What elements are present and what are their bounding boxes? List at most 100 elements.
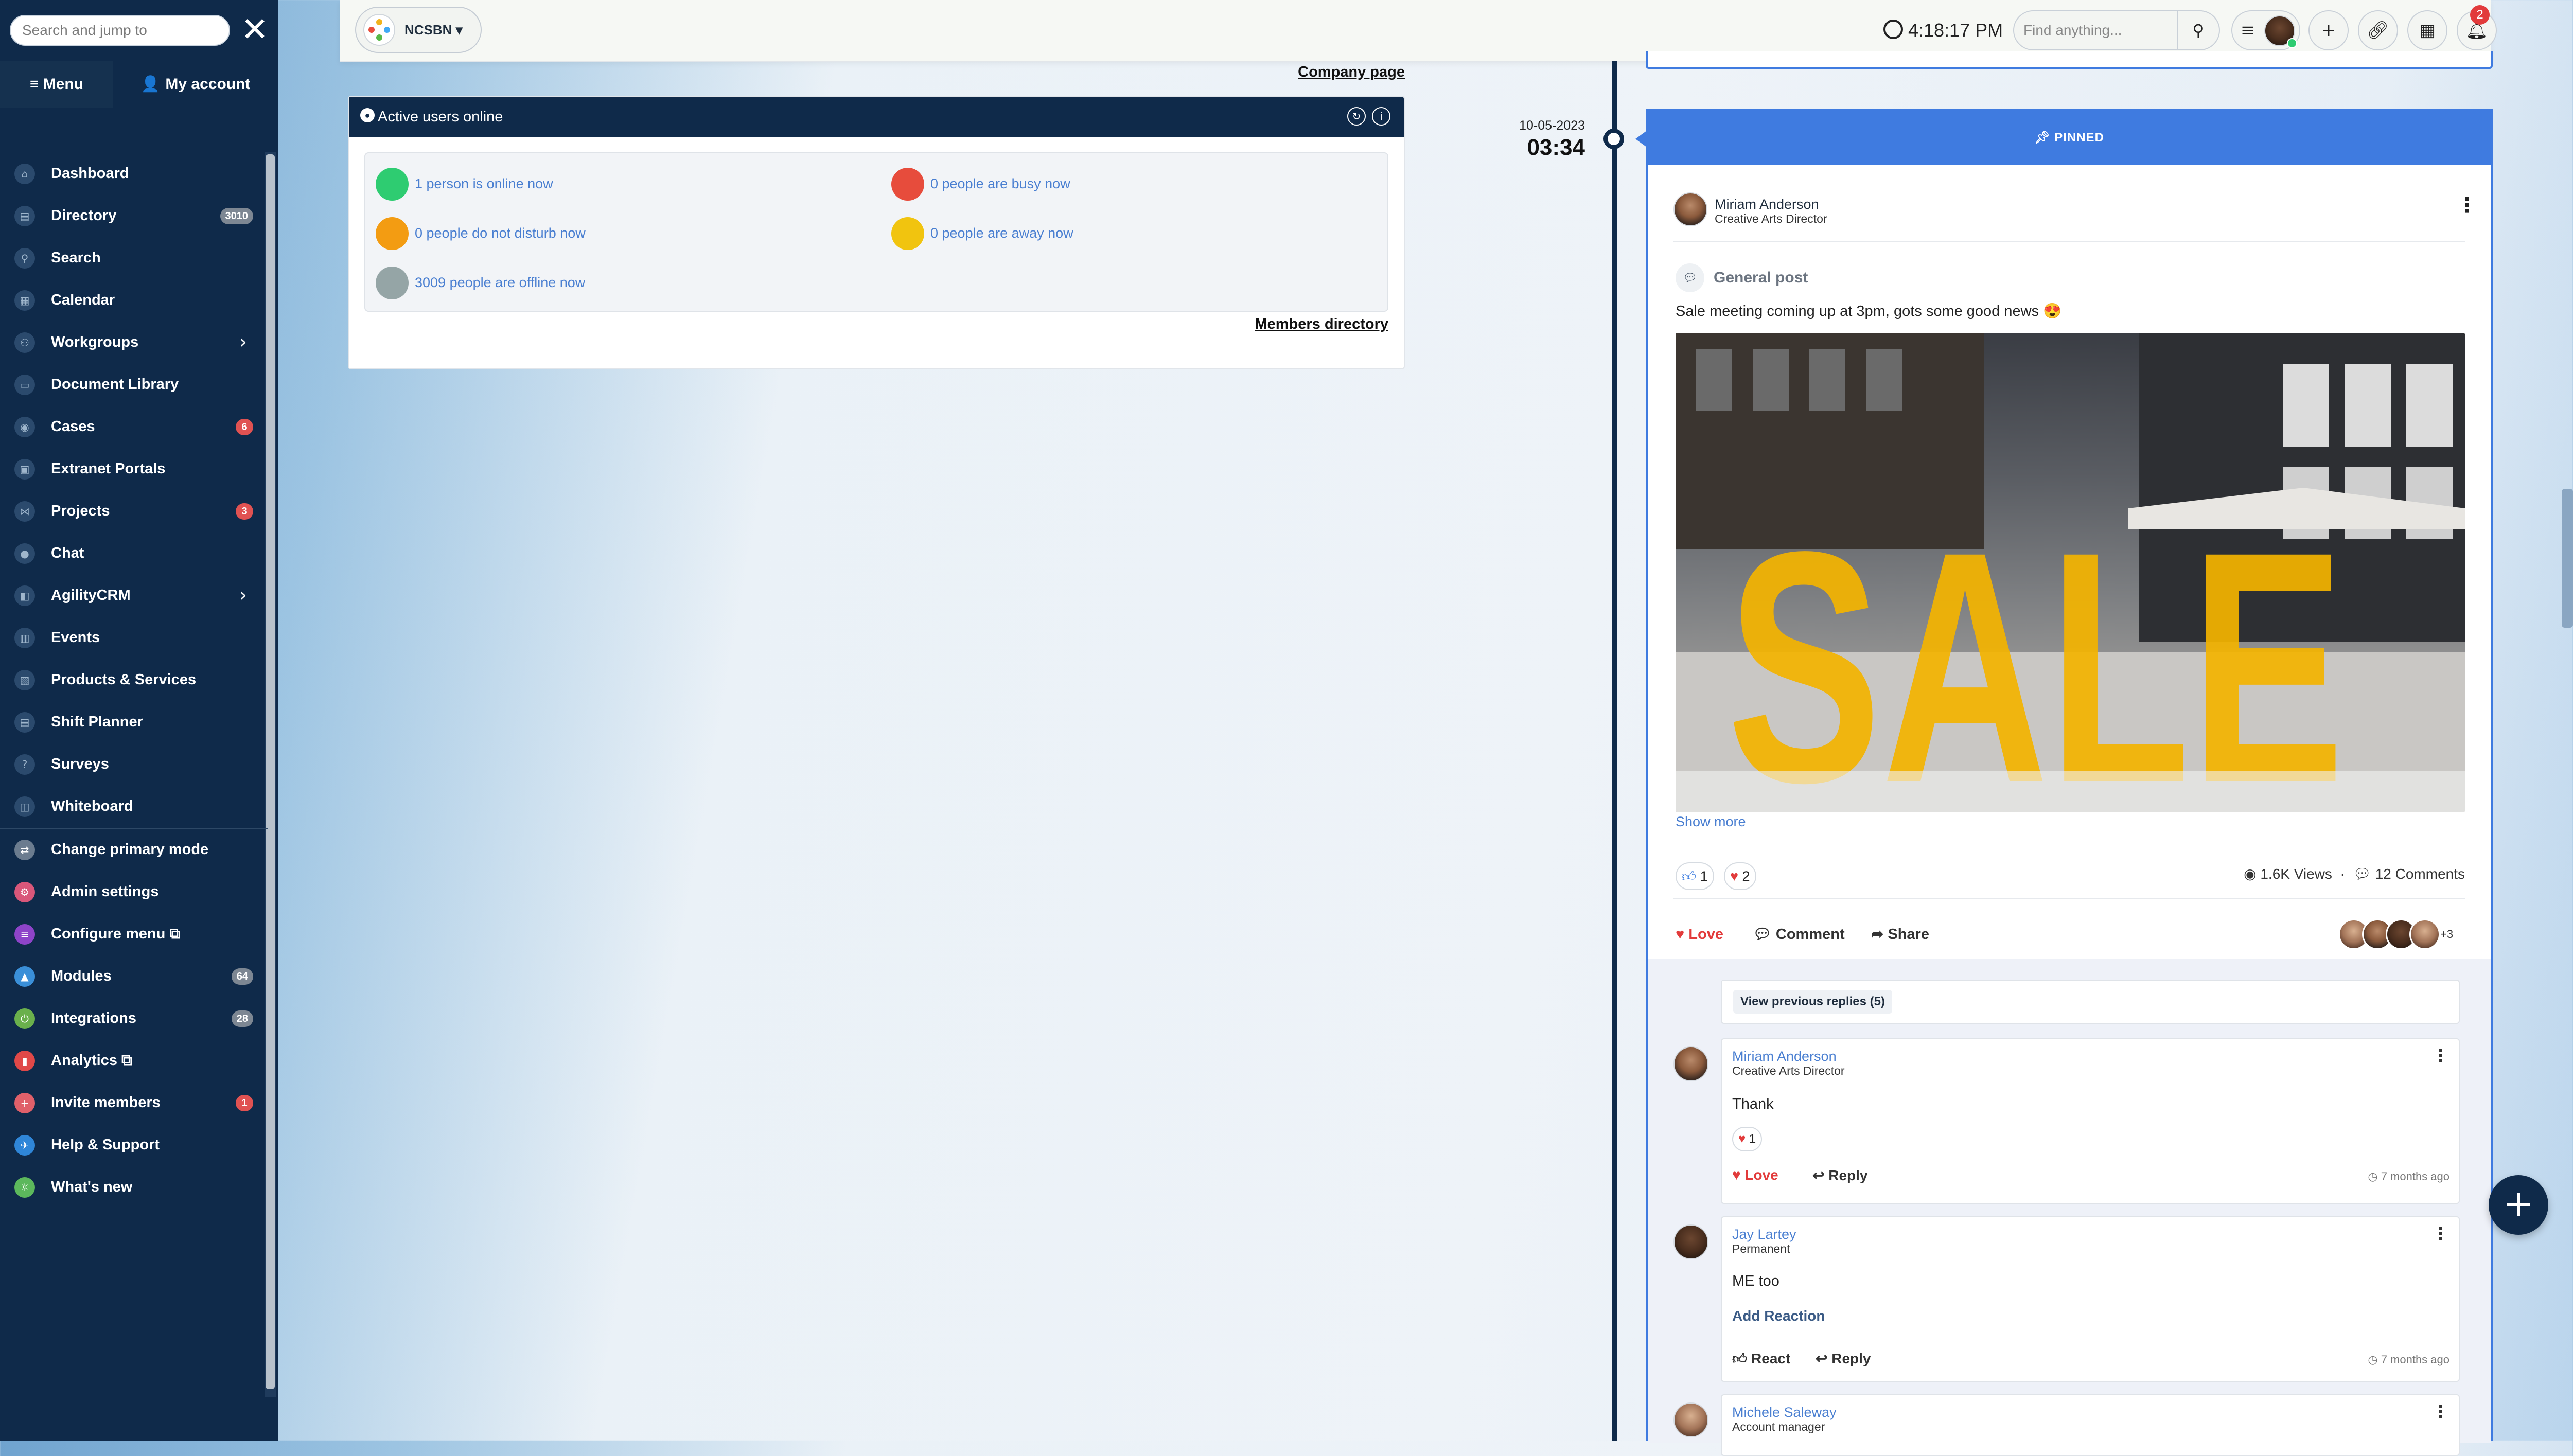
find-anything-input[interactable]: Find anything...: [2013, 10, 2178, 50]
comments-count-link[interactable]: 12 Comments: [2375, 866, 2465, 882]
chevron-right-icon[interactable]: ›: [239, 583, 247, 606]
sidebar-item-change-primary-mode[interactable]: ⇄ Change primary mode: [0, 828, 262, 871]
sidebar-item-shift-planner[interactable]: ▤ Shift Planner: [0, 701, 262, 743]
calendar-button[interactable]: ▦: [2407, 10, 2447, 50]
sidebar-item-document-library[interactable]: ▭ Document Library: [0, 363, 262, 405]
sidebar-item-projects[interactable]: ⋈ Projects 3: [0, 490, 262, 532]
tab-my-account[interactable]: 👤 My account: [113, 61, 278, 108]
comment-button[interactable]: 💬︎ Comment: [1753, 914, 1845, 955]
sidebar-item-agilitycrm[interactable]: ◧ AgilityCRM ›: [0, 574, 262, 616]
sidebar-item-label: Document Library: [51, 376, 179, 393]
sidebar-item-label: Cases: [51, 418, 95, 435]
sidebar-item-label: Configure menu ⧉: [51, 913, 180, 955]
floating-add-button[interactable]: +: [2489, 1175, 2548, 1235]
count-badge: 6: [236, 419, 253, 435]
sidebar-item-dashboard[interactable]: ⌂ Dashboard: [0, 152, 262, 194]
comment-reply-button[interactable]: ↩ Reply: [1816, 1350, 1871, 1367]
sidebar-item-configure-menu[interactable]: ≡ Configure menu ⧉: [0, 913, 262, 955]
members-directory-link[interactable]: Members directory: [1255, 316, 1389, 333]
offline-count-link[interactable]: 3009 people are offline now: [415, 275, 585, 291]
comment-author-name[interactable]: Miriam Anderson: [1732, 1049, 1837, 1064]
more-reactors-count[interactable]: +3: [2440, 914, 2453, 955]
comment-author-name[interactable]: Jay Lartey: [1732, 1227, 1796, 1242]
post-image[interactable]: SALE: [1676, 333, 2465, 812]
busy-count-link[interactable]: 0 people are busy now: [930, 176, 1070, 192]
comment-options-icon[interactable]: ⋮: [2432, 1223, 2449, 1244]
views-count: 1.6K Views: [2260, 866, 2332, 882]
sidebar-item-directory[interactable]: ▤ Directory 3010: [0, 194, 262, 237]
comment-options-icon[interactable]: ⋮: [2432, 1401, 2449, 1422]
sidebar-item-modules[interactable]: ▲ Modules 64: [0, 955, 262, 997]
sidebar-item-extranet-portals[interactable]: ▣ Extranet Portals: [0, 448, 262, 490]
away-count-link[interactable]: 0 people are away now: [930, 225, 1073, 241]
sidebar-scrollbar-thumb[interactable]: [266, 154, 275, 1389]
sidebar-item-analytics[interactable]: ▮ Analytics ⧉: [0, 1039, 262, 1081]
online-status-dot: [2287, 38, 2297, 48]
sidebar-item-whats-new[interactable]: ☼ What's new: [0, 1166, 262, 1208]
sidebar-item-cases[interactable]: ◉ Cases 6: [0, 405, 262, 448]
sidebar-item-admin-settings[interactable]: ⚙ Admin settings: [0, 871, 262, 913]
sidebar-item-label: Change primary mode: [51, 841, 209, 858]
comment-react-button[interactable]: 👍︎ React: [1732, 1350, 1790, 1368]
reactor-avatar[interactable]: [2409, 919, 2440, 950]
sidebar-item-help-support[interactable]: ✈ Help & Support: [0, 1124, 262, 1166]
org-switcher-button[interactable]: NCSBN ▾: [355, 7, 482, 53]
comment-reply-button[interactable]: ↩ Reply: [1812, 1167, 1868, 1184]
author-avatar[interactable]: [1673, 192, 1707, 226]
commenter-avatar[interactable]: [1673, 1046, 1708, 1081]
post-author-name[interactable]: Miriam Anderson: [1715, 197, 1819, 212]
view-previous-replies-button[interactable]: View previous replies (5): [1733, 990, 1893, 1014]
comment-author-name[interactable]: Michele Saleway: [1732, 1405, 1837, 1421]
user-menu-button[interactable]: ≡: [2231, 10, 2300, 50]
company-page-link[interactable]: Company page: [1184, 61, 1405, 83]
analytics-icon: ▮: [14, 1051, 35, 1071]
sale-photo-illustration: SALE: [1676, 333, 2465, 812]
comment-card: Jay Lartey Permanent ⋮ ME too Add Reacti…: [1721, 1216, 2460, 1382]
love-button[interactable]: ♥ Love: [1676, 914, 1723, 955]
links-button[interactable]: 🔗︎: [2358, 10, 2398, 50]
search-button[interactable]: ⚲: [2178, 10, 2220, 50]
sidebar-item-events[interactable]: ▥ Events: [0, 616, 262, 659]
add-button[interactable]: +: [2308, 10, 2349, 50]
menu-config-icon: ≡: [14, 924, 35, 945]
whats-new-icon: ☼: [14, 1177, 35, 1198]
workgroups-icon: ⚇: [14, 332, 35, 353]
sidebar-item-chat[interactable]: ● Chat: [0, 532, 262, 574]
refresh-icon[interactable]: ↻: [1347, 107, 1366, 126]
add-reaction-link[interactable]: Add Reaction: [1732, 1308, 1825, 1324]
comment-love-reaction-pill[interactable]: ♥ 1: [1732, 1127, 1763, 1151]
post-options-icon[interactable]: ⋮: [2457, 193, 2477, 217]
sidebar-item-calendar[interactable]: ▦ Calendar: [0, 279, 262, 321]
sidebar-item-workgroups[interactable]: ⚇ Workgroups ›: [0, 321, 262, 363]
info-icon[interactable]: i: [1372, 107, 1390, 126]
commenter-avatar[interactable]: [1673, 1402, 1708, 1437]
show-more-link[interactable]: Show more: [1676, 814, 1746, 830]
sidebar-item-integrations[interactable]: ⏻ Integrations 28: [0, 997, 262, 1039]
commenter-avatar[interactable]: [1673, 1224, 1708, 1259]
share-button[interactable]: ➦ Share: [1871, 914, 1929, 955]
external-link-icon: ⧉: [169, 926, 181, 942]
heart-icon: ♥: [1730, 868, 1739, 884]
comment-love-label: Love: [1744, 1167, 1778, 1183]
sidebar-search-input[interactable]: Search and jump to: [10, 15, 230, 46]
close-icon[interactable]: ✕: [239, 13, 270, 46]
sidebar-item-invite-members[interactable]: + Invite members 1: [0, 1081, 262, 1124]
online-count-link[interactable]: 1 person is online now: [415, 176, 553, 192]
tab-menu[interactable]: ≡ Menu: [0, 61, 113, 108]
thumbs-up-icon: 👍︎: [1732, 1351, 1748, 1366]
share-icon: ➦: [1871, 926, 1884, 943]
sidebar-item-products-services[interactable]: ▧ Products & Services: [0, 659, 262, 701]
tab-menu-label: Menu: [43, 76, 84, 93]
love-reaction-pill[interactable]: ♥ 2: [1724, 862, 1756, 890]
comment-react-label: React: [1751, 1351, 1791, 1366]
like-reaction-pill[interactable]: 👍︎ 1: [1676, 862, 1714, 890]
page-scrollbar-thumb[interactable]: [2562, 489, 2573, 628]
comment-options-icon[interactable]: ⋮: [2432, 1045, 2449, 1066]
chevron-right-icon[interactable]: ›: [239, 330, 247, 353]
dnd-count-link[interactable]: 0 people do not disturb now: [415, 225, 586, 241]
sidebar-item-search[interactable]: ⚲ Search: [0, 237, 262, 279]
sidebar-item-surveys[interactable]: ? Surveys: [0, 743, 262, 785]
sidebar-item-whiteboard[interactable]: ◫ Whiteboard: [0, 785, 262, 827]
love-count: 2: [1742, 868, 1750, 884]
comment-love-button[interactable]: ♥ Love: [1732, 1167, 1778, 1183]
